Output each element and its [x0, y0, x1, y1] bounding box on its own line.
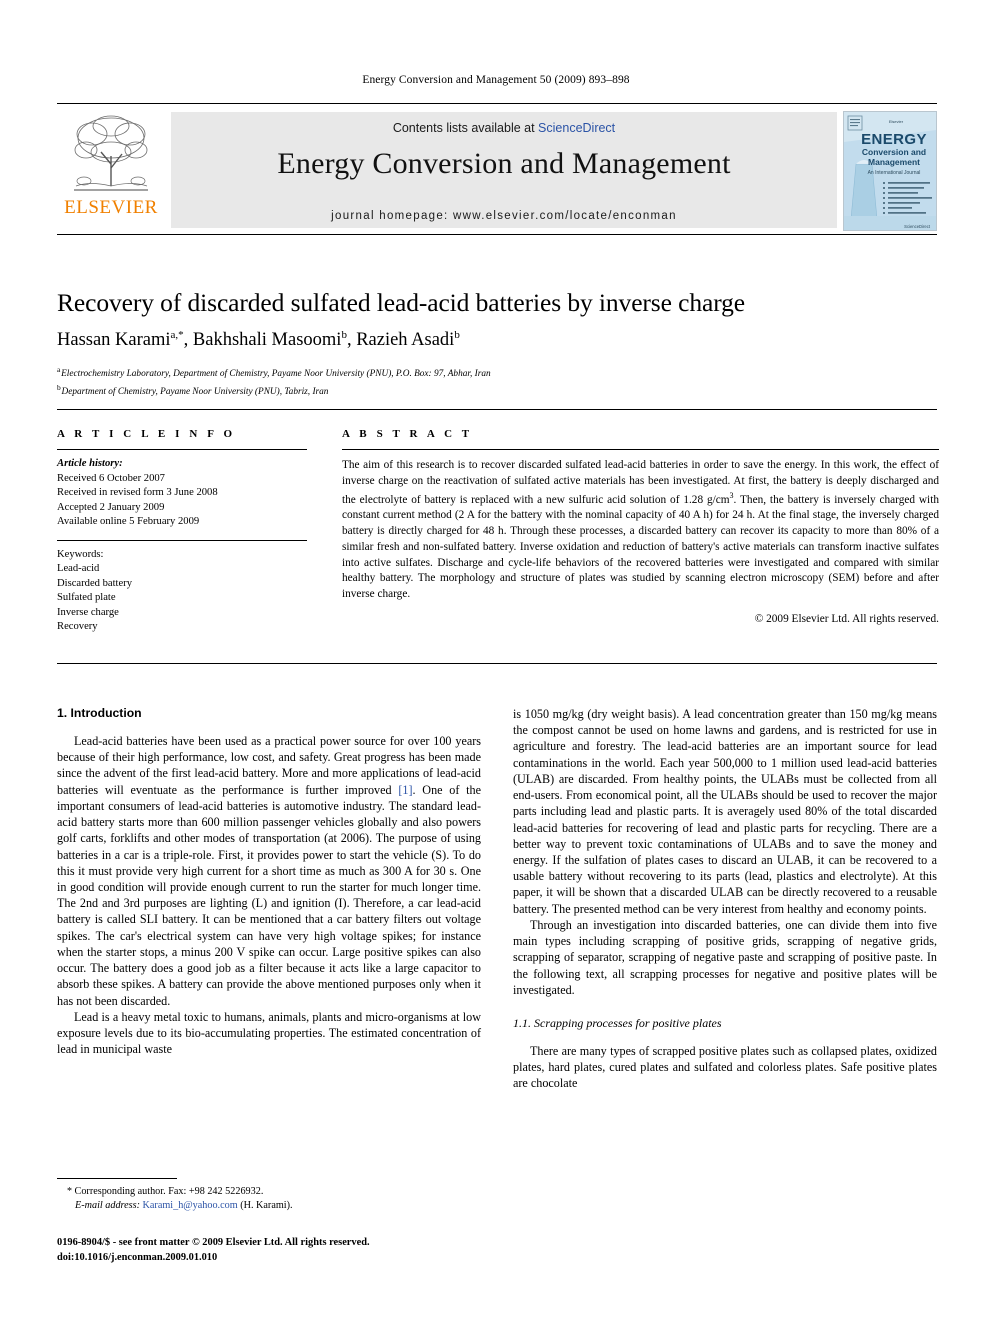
keyword-item: Recovery: [57, 621, 98, 632]
paragraph: is 1050 mg/kg (dry weight basis). A lead…: [513, 707, 937, 916]
contents-prefix: Contents lists available at: [392, 121, 539, 135]
svg-text:Elsevier: Elsevier: [889, 119, 904, 124]
keyword-item: Discarded battery: [57, 577, 133, 589]
article-page: Energy Conversion and Management 50 (200…: [0, 0, 992, 1323]
journal-cover-art: Elsevier ENERGY Conversion and Managemen…: [844, 112, 936, 230]
article-history-label: Article history:: [57, 458, 123, 469]
author-list: Hassan Karamia,*, Bakhshali Masoomib, Ra…: [57, 328, 937, 352]
page-footer: 0196-8904/$ - see front matter © 2009 El…: [57, 1235, 617, 1265]
affiliation-b: b Department of Chemistry, Payame Noor U…: [57, 382, 329, 397]
footer-doi: doi:10.1016/j.enconman.2009.01.010: [57, 1252, 218, 1264]
corresponding-author-text: Corresponding author. Fax: +98 242 52269…: [74, 1186, 264, 1197]
body-column-right: is 1050 mg/kg (dry weight basis). A lead…: [513, 706, 937, 1092]
article-info-column: A R T I C L E I N F O Article history: R…: [57, 428, 307, 635]
page-title: Recovery of discarded sulfated lead-acid…: [57, 288, 746, 317]
abstract-text: The aim of this research is to recover d…: [342, 450, 939, 603]
history-item: Received in revised form 3 June 2008: [57, 487, 218, 498]
divider-below-abstract: [57, 663, 937, 664]
reference-link-1[interactable]: [1]: [398, 783, 412, 797]
paragraph: Lead is a heavy metal toxic to humans, a…: [57, 1009, 481, 1057]
email-link[interactable]: Karami_h@yahoo.com: [143, 1200, 238, 1211]
keywords-label: Keywords:: [57, 548, 104, 560]
journal-masthead: ELSEVIER Contents lists available at Sci…: [57, 103, 937, 235]
footnote-rule: [57, 1178, 177, 1179]
section-heading-1-1: 1.1. Scrapping processes for positive pl…: [513, 1015, 722, 1030]
keyword-item: Lead-acid: [57, 563, 100, 574]
affiliation-a: a Electrochemistry Laboratory, Departmen…: [57, 365, 491, 380]
paragraph: Through an investigation into discarded …: [513, 917, 937, 997]
author-names: Hassan Karamia,*, Bakhshali Masoomib, Ra…: [57, 329, 460, 351]
footnote-line-2: E-mail address: Karami_h@yahoo.com (H. K…: [57, 1199, 481, 1213]
svg-text:ENERGY: ENERGY: [861, 131, 927, 148]
elsevier-logo: ELSEVIER: [57, 108, 165, 234]
history-item: Available online 5 February 2009: [57, 516, 200, 527]
divider-above-info: [57, 409, 937, 410]
elsevier-tree-icon: [74, 115, 148, 191]
journal-cover-thumbnail: Elsevier ENERGY Conversion and Managemen…: [843, 111, 937, 231]
keyword-item: Inverse charge: [57, 606, 119, 618]
abstract-heading: A B S T R A C T: [342, 428, 473, 440]
svg-text:Conversion and: Conversion and: [862, 147, 926, 157]
elsevier-wordmark: ELSEVIER: [64, 197, 158, 218]
abstract-copyright: © 2009 Elsevier Ltd. All rights reserved…: [754, 613, 939, 626]
running-head: Energy Conversion and Management 50 (200…: [362, 74, 630, 86]
email-owner: (H. Karami).: [240, 1200, 293, 1212]
paragraph-text-post: . One of the important consumers of lead…: [57, 782, 481, 1008]
history-item: Received 6 October 2007: [57, 472, 165, 484]
article-history-block: Article history: Received 6 October 2007…: [57, 450, 307, 530]
asterisk-icon: *: [67, 1186, 72, 1197]
keyword-item: Sulfated plate: [57, 592, 116, 603]
corresponding-author-footnote: * Corresponding author. Fax: +98 242 522…: [57, 1178, 481, 1214]
abstract-column: A B S T R A C T The aim of this research…: [342, 428, 939, 625]
keywords-block: Keywords: Lead-acid Discarded battery Su…: [57, 541, 307, 635]
journal-homepage-link[interactable]: journal homepage: www.elsevier.com/locat…: [171, 210, 837, 222]
paragraph: There are many types of scrapped positiv…: [513, 1043, 937, 1091]
paragraph: Lead-acid batteries have been used as a …: [57, 733, 481, 1009]
footer-front-matter: 0196-8904/$ - see front matter © 2009 El…: [57, 1237, 370, 1248]
svg-text:ScienceDirect: ScienceDirect: [904, 224, 931, 229]
affiliation-list: a Electrochemistry Laboratory, Departmen…: [57, 364, 937, 399]
article-info-heading: A R T I C L E I N F O: [57, 428, 236, 440]
email-address-label: E-mail address:: [75, 1200, 140, 1212]
sciencedirect-link[interactable]: ScienceDirect: [538, 121, 615, 135]
journal-title: Energy Conversion and Management: [277, 147, 731, 180]
contents-available-line: Contents lists available at ScienceDirec…: [393, 121, 615, 135]
svg-text:An International Journal: An International Journal: [868, 170, 921, 176]
section-heading-introduction: 1. Introduction: [57, 706, 142, 720]
abstract-part-2: . Then, the battery is inversely charged…: [342, 493, 939, 601]
journal-banner: Contents lists available at ScienceDirec…: [171, 112, 837, 228]
footnote-line-1: * Corresponding author. Fax: +98 242 522…: [57, 1185, 481, 1199]
history-item: Accepted 2 January 2009: [57, 501, 165, 513]
svg-text:Management: Management: [868, 157, 920, 167]
body-column-left: 1. Introduction Lead-acid batteries have…: [57, 706, 481, 1057]
